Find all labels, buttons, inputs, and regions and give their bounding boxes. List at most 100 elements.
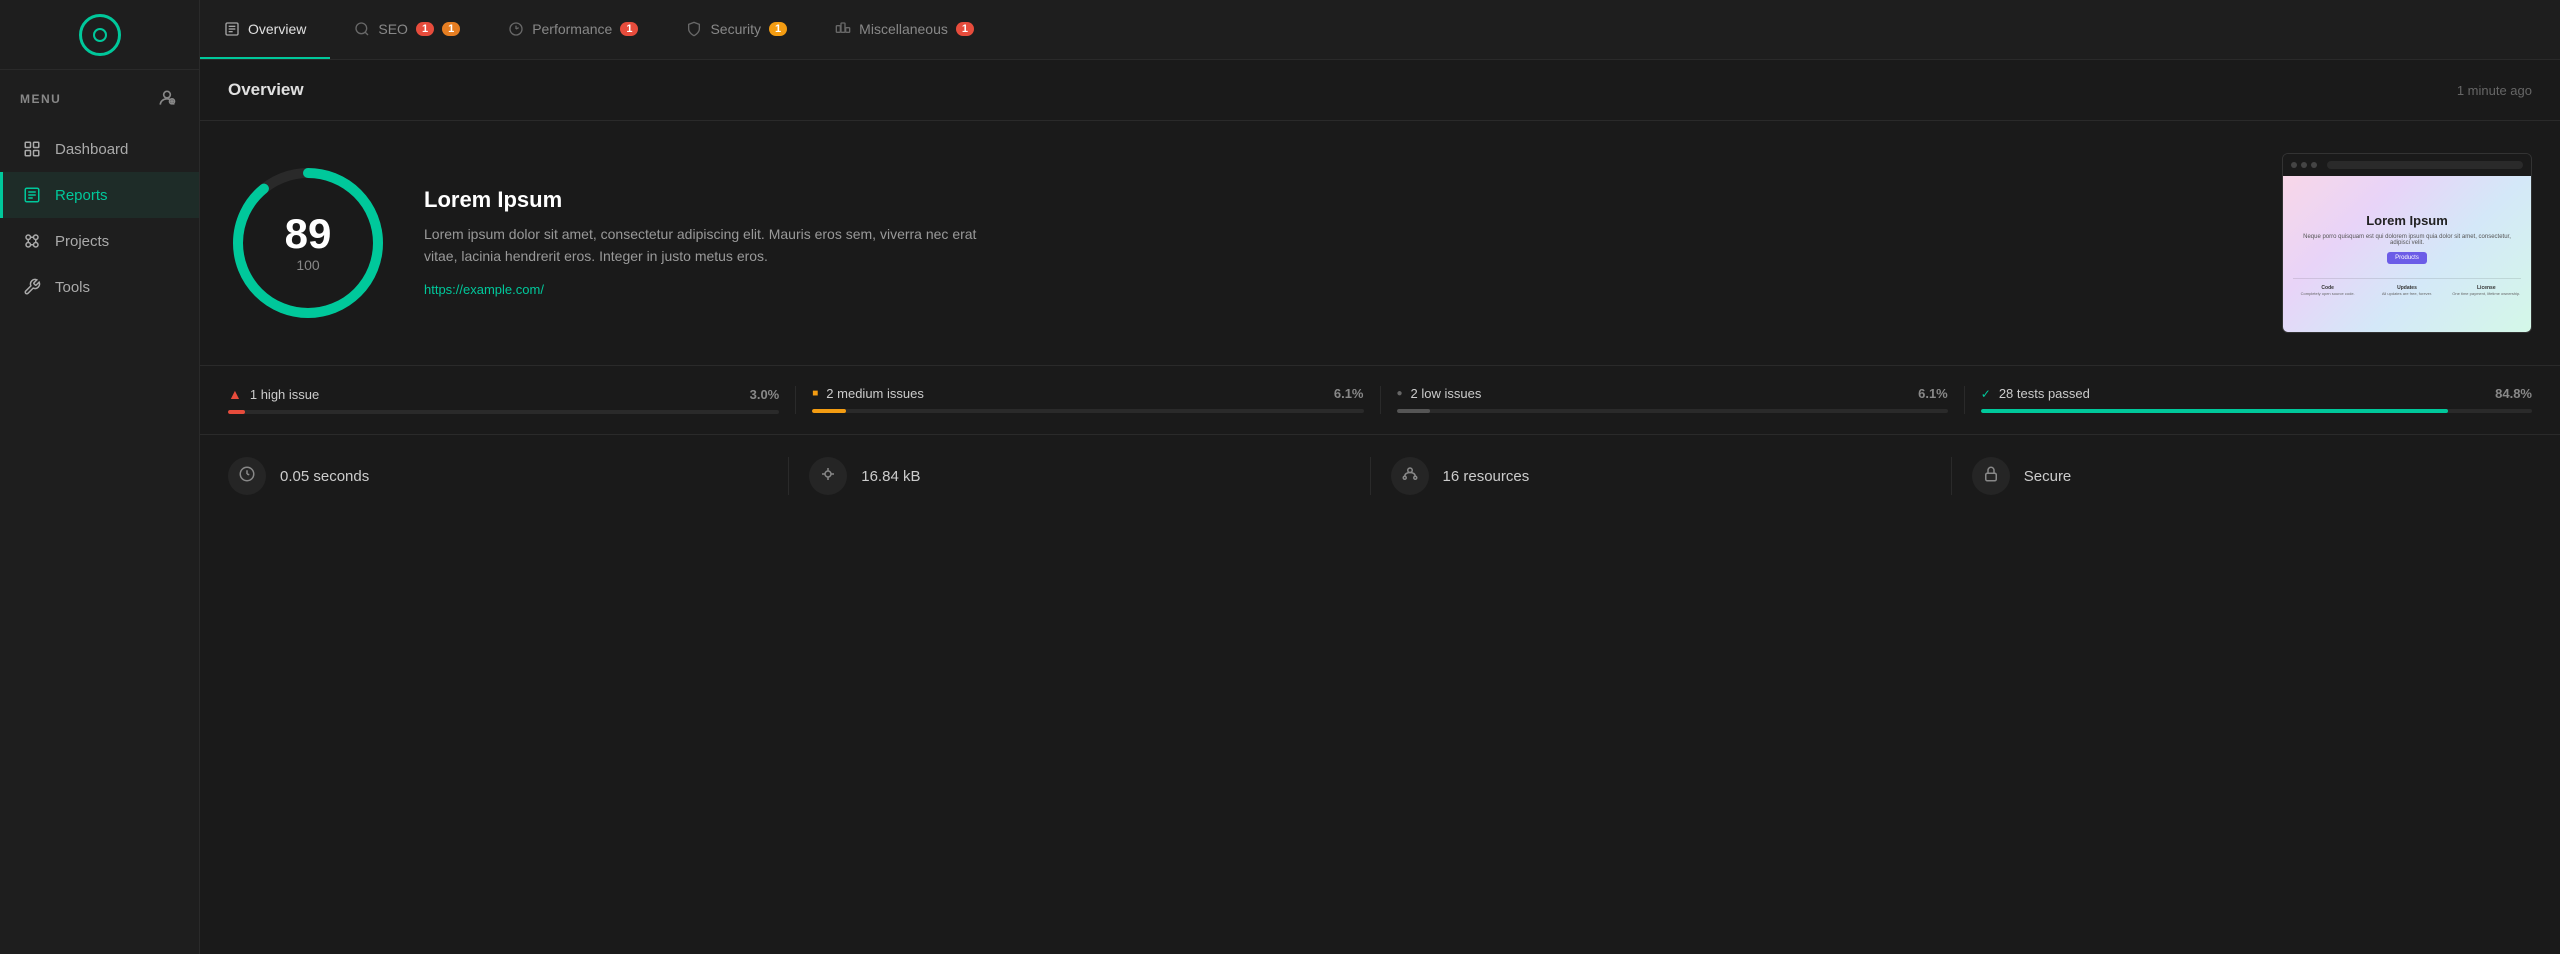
issue-low-bar (1397, 409, 1948, 413)
sidebar-item-dashboard[interactable]: Dashboard (0, 126, 199, 172)
score-circle: 89 100 (228, 163, 388, 323)
stat-secure-icon (1982, 465, 2000, 488)
sidebar-logo (0, 0, 199, 70)
tab-security-badge: 1 (769, 22, 787, 36)
misc-tab-icon (835, 21, 851, 37)
issue-medium-percent: 6.1% (1334, 386, 1364, 401)
preview-topbar (2283, 154, 2531, 176)
stat-resources-icon-wrap (1391, 457, 1429, 495)
issue-passed-icon: ✓ (1981, 387, 1991, 401)
issue-medium: ■ 2 medium issues 6.1% (796, 386, 1380, 414)
issue-high-percent: 3.0% (750, 387, 780, 402)
site-url-link[interactable]: https://example.com/ (424, 282, 544, 297)
stat-secure: Secure (1952, 457, 2532, 495)
tab-performance[interactable]: Performance 1 (484, 0, 662, 59)
sidebar-item-tools-label: Tools (55, 279, 90, 296)
main-content: Overview SEO 1 1 Performance 1 (200, 0, 2560, 954)
score-text: 89 100 (285, 213, 332, 273)
sidebar-item-dashboard-label: Dashboard (55, 141, 128, 158)
tab-miscellaneous[interactable]: Miscellaneous 1 (811, 0, 998, 59)
issue-medium-label: ■ 2 medium issues (812, 386, 924, 401)
issue-medium-bar (812, 409, 1363, 413)
sidebar-item-tools[interactable]: Tools (0, 264, 199, 310)
stat-size-icon (819, 465, 837, 488)
preview-dot-2 (2301, 162, 2307, 168)
preview-footer-license-sub: One time payment, lifetime ownership. (2452, 291, 2521, 296)
issue-low-text: 2 low issues (1411, 386, 1482, 401)
stat-size: 16.84 kB (789, 457, 1370, 495)
issue-passed-percent: 84.8% (2495, 386, 2532, 401)
site-description: Lorem ipsum dolor sit amet, consectetur … (424, 223, 984, 268)
score-max: 100 (285, 257, 332, 273)
issue-medium-icon: ■ (812, 388, 818, 399)
sidebar-menu-header: MENU (0, 70, 199, 120)
user-settings-icon[interactable] (157, 88, 179, 110)
sidebar-item-projects-label: Projects (55, 233, 109, 250)
logo-inner-circle (93, 28, 107, 42)
tab-seo-label: SEO (378, 21, 408, 37)
tab-security[interactable]: Security 1 (662, 0, 811, 59)
tab-seo[interactable]: SEO 1 1 (330, 0, 484, 59)
issue-medium-bar-fill (812, 409, 846, 413)
preview-button: Products (2387, 252, 2427, 264)
score-section: 89 100 Lorem Ipsum Lorem ipsum dolor sit… (200, 121, 2560, 366)
issue-low-bar-fill (1397, 409, 1431, 413)
issue-high-bar-fill (228, 410, 245, 414)
preview-footer-code-sub: Completely open source code. (2293, 291, 2362, 296)
overview-title: Overview (228, 80, 304, 100)
issue-high-label: ▲ 1 high issue (228, 386, 319, 402)
sidebar-item-reports-label: Reports (55, 187, 108, 204)
stat-size-label: 16.84 kB (861, 468, 920, 485)
sidebar-item-projects[interactable]: Projects (0, 218, 199, 264)
stat-time-icon (238, 465, 256, 488)
stat-resources: 16 resources (1371, 457, 1952, 495)
tab-bar: Overview SEO 1 1 Performance 1 (200, 0, 2560, 60)
tab-seo-badge1: 1 (416, 22, 434, 36)
preview-footer-license: License One time payment, lifetime owner… (2452, 285, 2521, 296)
projects-icon (23, 232, 41, 250)
tab-overview[interactable]: Overview (200, 0, 330, 59)
preview-site-title: Lorem Ipsum (2366, 213, 2448, 228)
tab-seo-badge2: 1 (442, 22, 460, 36)
performance-tab-icon (508, 21, 524, 37)
preview-footer: Code Completely open source code. Update… (2293, 278, 2521, 296)
tab-security-label: Security (710, 21, 761, 37)
issues-section: ▲ 1 high issue 3.0% ■ 2 medium issues 6.… (200, 366, 2560, 435)
issue-high-icon: ▲ (228, 386, 242, 402)
site-name: Lorem Ipsum (424, 187, 2246, 213)
issue-passed-text: 28 tests passed (1999, 386, 2090, 401)
seo-tab-icon (354, 21, 370, 37)
stat-secure-icon-wrap (1972, 457, 2010, 495)
tools-icon (23, 278, 41, 296)
tab-misc-label: Miscellaneous (859, 21, 948, 37)
issue-passed-label: ✓ 28 tests passed (1981, 386, 2090, 401)
preview-footer-updates: Updates All updates are free, forever. (2372, 285, 2441, 296)
security-tab-icon (686, 21, 702, 37)
issue-low-percent: 6.1% (1918, 386, 1948, 401)
issue-passed: ✓ 28 tests passed 84.8% (1965, 386, 2532, 414)
preview-tagline: Neque porro quisquam est qui dolorem ips… (2293, 234, 2521, 246)
overview-header: Overview 1 minute ago (200, 60, 2560, 121)
dashboard-icon (23, 140, 41, 158)
issue-low-label: ● 2 low issues (1397, 386, 1482, 401)
preview-footer-code: Code Completely open source code. (2293, 285, 2362, 296)
sidebar: MENU Dashboard (0, 0, 200, 954)
tab-performance-label: Performance (532, 21, 612, 37)
tab-misc-badge: 1 (956, 22, 974, 36)
preview-dot-3 (2311, 162, 2317, 168)
stat-resources-icon (1401, 465, 1419, 488)
stat-time-label: 0.05 seconds (280, 468, 369, 485)
sidebar-nav: Dashboard Reports (0, 120, 199, 316)
sidebar-item-reports[interactable]: Reports (0, 172, 199, 218)
reports-icon (23, 186, 41, 204)
preview-dot-1 (2291, 162, 2297, 168)
content-area: Overview 1 minute ago 89 100 Lorem Ipsum… (200, 60, 2560, 954)
stat-time-icon-wrap (228, 457, 266, 495)
preview-content: Lorem Ipsum Neque porro quisquam est qui… (2283, 176, 2531, 332)
score-value: 89 (285, 213, 332, 255)
issue-high: ▲ 1 high issue 3.0% (228, 386, 796, 414)
logo-icon (79, 14, 121, 56)
overview-tab-icon (224, 21, 240, 37)
stats-section: 0.05 seconds 16.84 kB (200, 435, 2560, 517)
site-preview: Lorem Ipsum Neque porro quisquam est qui… (2282, 153, 2532, 333)
